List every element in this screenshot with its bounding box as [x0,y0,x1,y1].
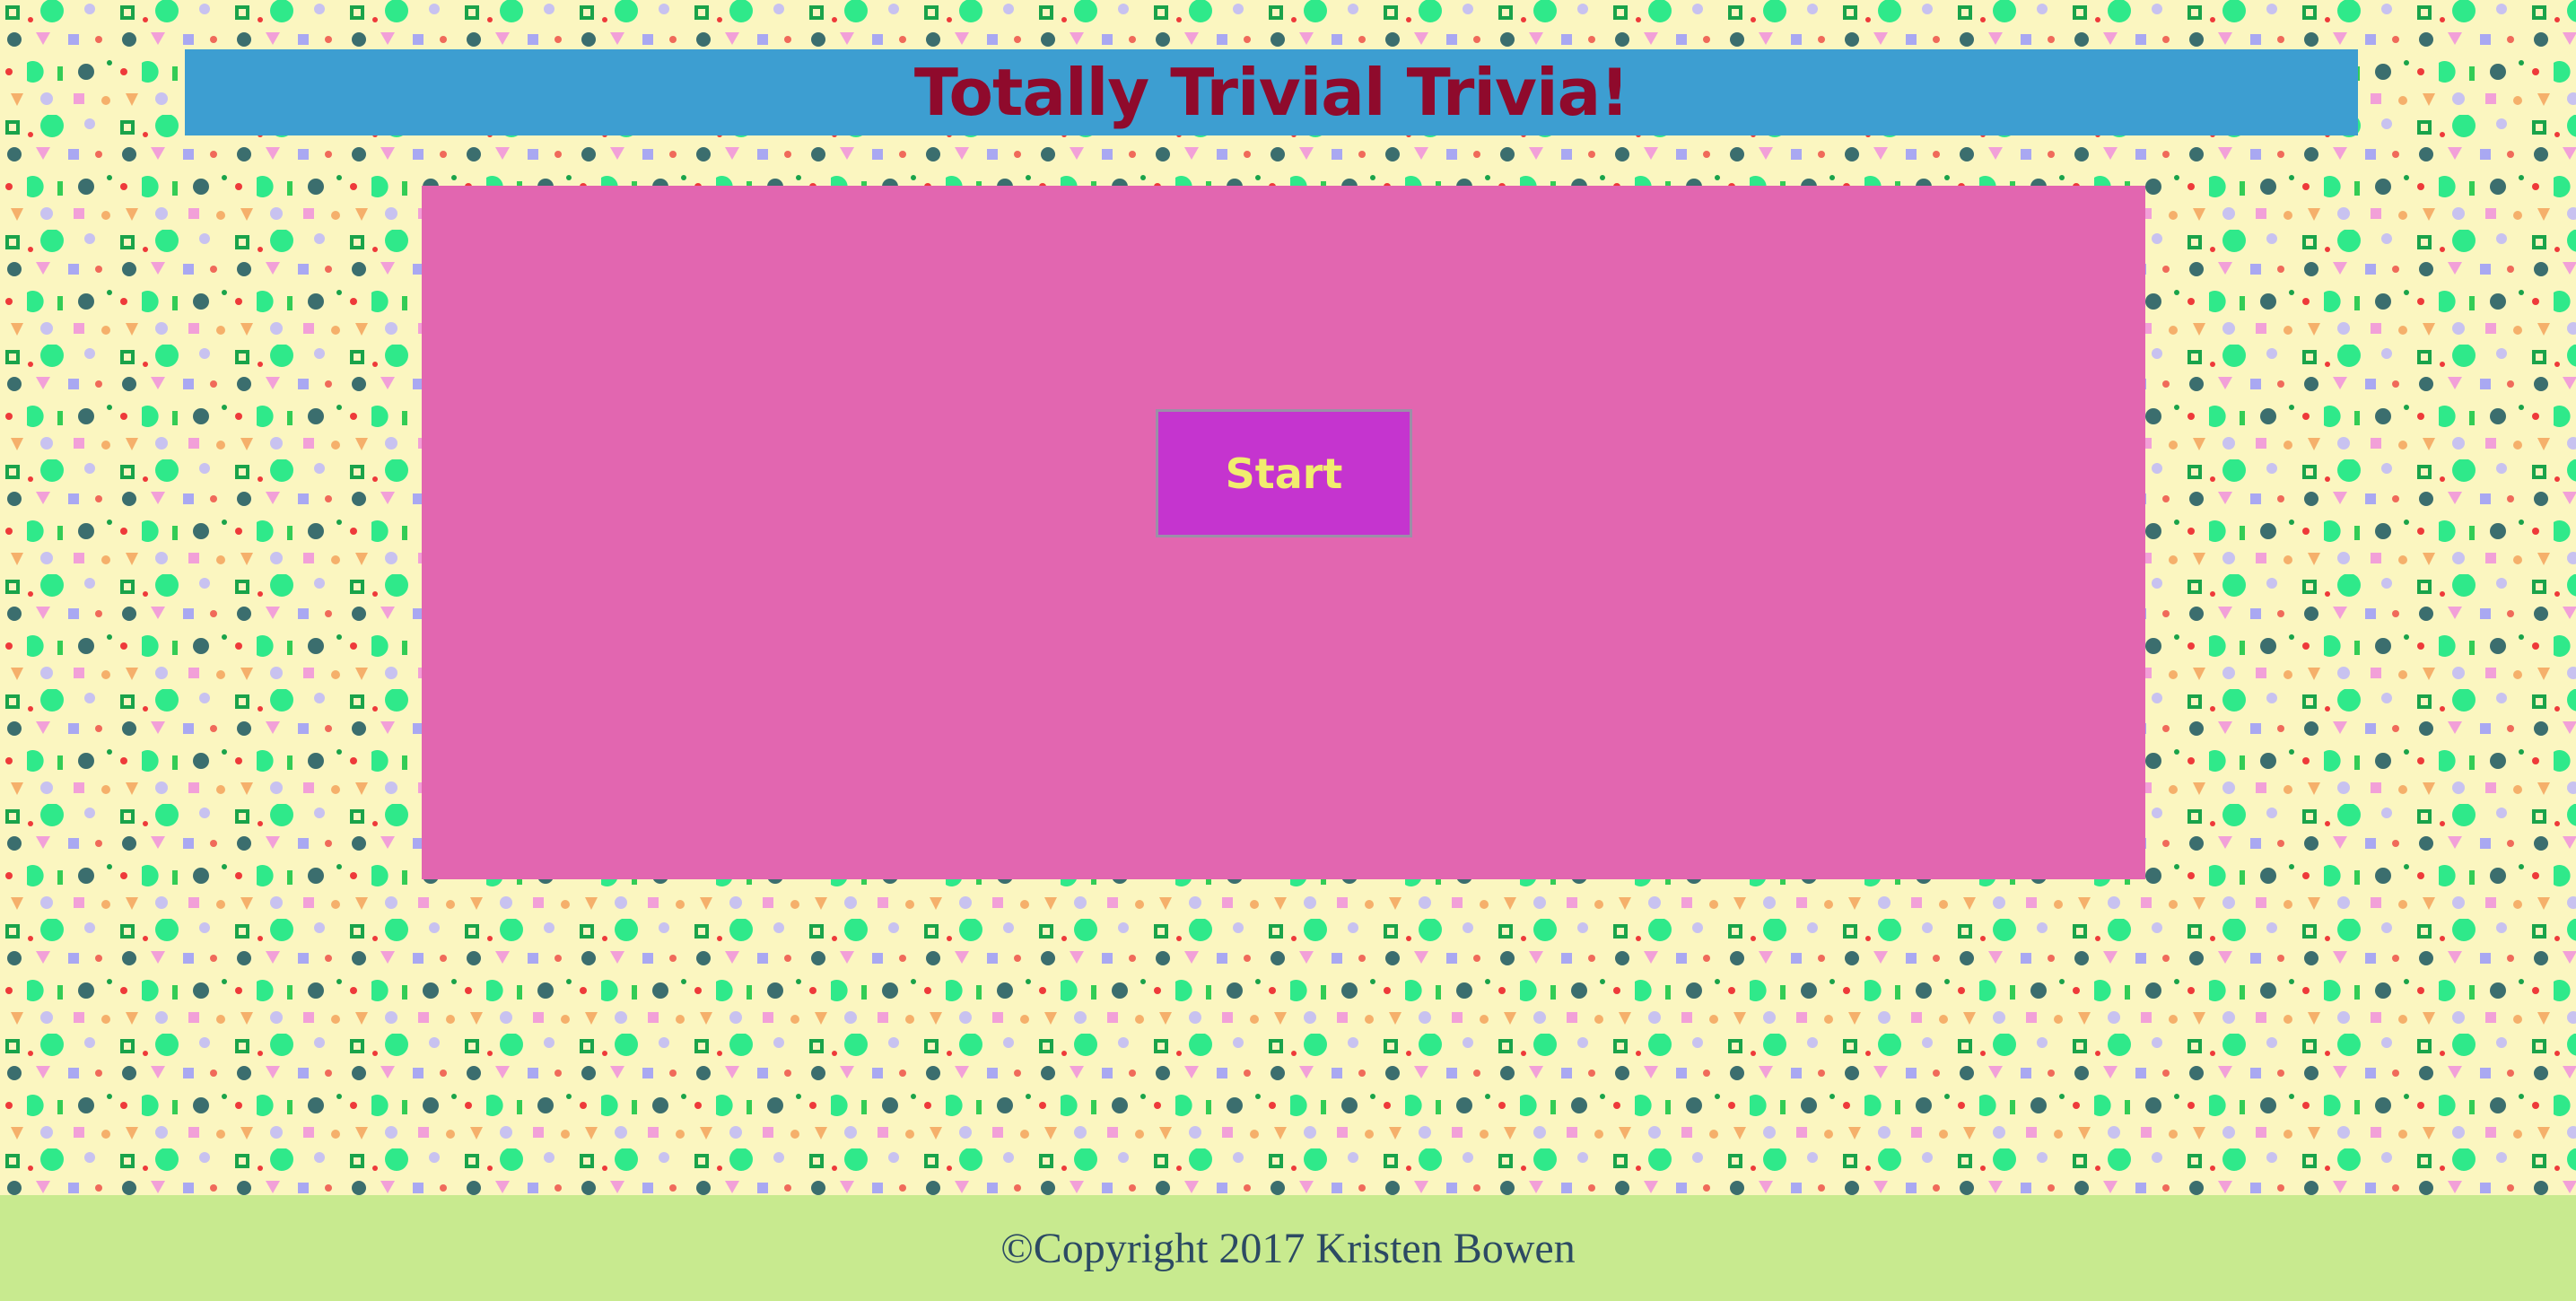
start-button[interactable]: Start [1156,409,1412,537]
page-title: Totally Trivial Trivia! [913,55,1629,130]
header-bar: Totally Trivial Trivia! [185,49,2358,135]
footer-bar: ©Copyright 2017 Kristen Bowen [0,1195,2576,1301]
copyright-text: ©Copyright 2017 Kristen Bowen [1000,1224,1576,1272]
